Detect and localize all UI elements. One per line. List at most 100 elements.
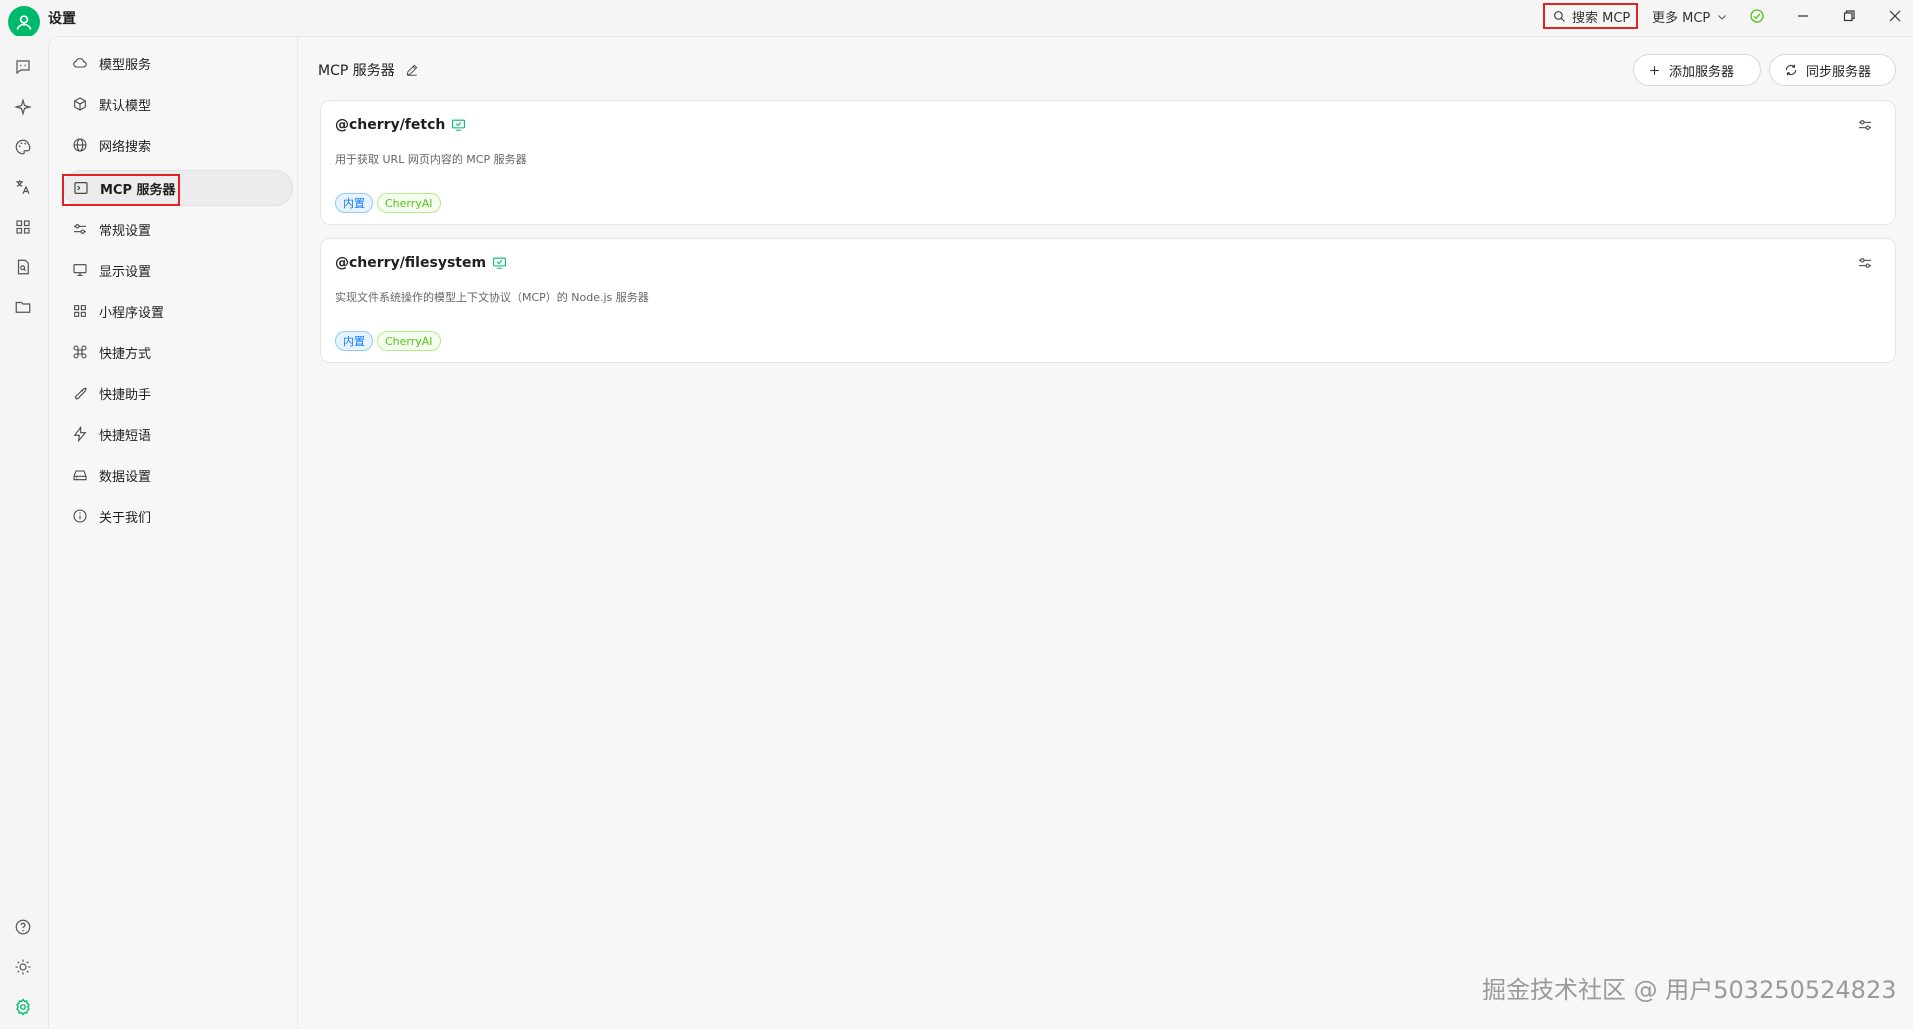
tag-vendor: CherryAI <box>377 193 441 213</box>
sidebar-item-about-us[interactable]: 关于我们 <box>63 498 293 534</box>
zap-icon <box>71 425 89 443</box>
sidebar-item-miniapp-settings[interactable]: 小程序设置 <box>63 293 293 329</box>
edit-pencil-icon[interactable] <box>405 63 419 77</box>
title-bar: 设置 搜索 MCP 更多 MCP <box>0 0 1913 38</box>
cloud-icon <box>71 54 89 72</box>
rail-paint[interactable] <box>12 136 34 158</box>
sync-server-button[interactable]: 同步服务器 <box>1769 54 1896 86</box>
rail-settings[interactable] <box>12 996 34 1018</box>
cube-icon <box>71 95 89 113</box>
rail-agents[interactable] <box>12 96 34 118</box>
rail-chat[interactable] <box>12 56 34 78</box>
globe-icon <box>71 136 89 154</box>
sidebar-item-label: 默认模型 <box>99 98 152 114</box>
command-icon <box>71 343 89 361</box>
info-icon <box>71 507 89 525</box>
sun-icon <box>15 959 31 975</box>
sidebar-item-general-settings[interactable]: 常规设置 <box>63 211 293 247</box>
server-name-text: @cherry/fetch <box>335 117 446 133</box>
palette-icon <box>15 139 31 155</box>
add-server-button[interactable]: 添加服务器 <box>1633 54 1761 86</box>
page-title-text: MCP 服务器 <box>318 63 395 79</box>
monitor-icon <box>71 261 89 279</box>
sidebar-item-data-settings[interactable]: 数据设置 <box>63 457 293 493</box>
user-avatar[interactable] <box>8 6 40 38</box>
server-settings-button[interactable] <box>1857 117 1873 133</box>
sliders-icon <box>71 220 89 238</box>
sidebar-item-label: 常规设置 <box>99 223 152 239</box>
search-icon <box>1554 10 1565 22</box>
sparkle-icon <box>14 98 32 116</box>
rail-theme[interactable] <box>12 956 34 978</box>
page-title: MCP 服务器 <box>318 60 419 80</box>
more-mcp-label: 更多 MCP <box>1652 11 1711 26</box>
tag-vendor: CherryAI <box>377 331 441 351</box>
sidebar-item-default-model[interactable]: 默认模型 <box>63 86 293 122</box>
settings-gear-icon <box>16 998 30 1016</box>
rocket-icon <box>71 384 89 402</box>
sliders-icon <box>1859 258 1871 268</box>
sidebar-item-label: 模型服务 <box>99 57 152 73</box>
sidebar-item-label: 快捷方式 <box>99 346 152 362</box>
server-card[interactable]: @cherry/filesystem 实现文件系统操作的模型上下文协议（MCP）… <box>320 238 1896 363</box>
search-mcp-label: 搜索 MCP <box>1572 10 1631 26</box>
server-description: 实现文件系统操作的模型上下文协议（MCP）的 Node.js 服务器 <box>335 291 649 304</box>
folder-icon <box>15 301 31 313</box>
minimize-icon <box>1798 15 1808 17</box>
sync-icon <box>1785 64 1797 76</box>
add-server-label: 添加服务器 <box>1669 64 1735 80</box>
apps-grid-icon <box>16 220 30 234</box>
grid-icon <box>71 302 89 320</box>
sidebar-item-label: 显示设置 <box>99 264 152 280</box>
window-title: 设置 <box>48 11 76 27</box>
chat-icon <box>16 60 30 75</box>
sidebar-item-shortcuts[interactable]: 快捷方式 <box>63 334 293 370</box>
rail-help[interactable] <box>12 916 34 938</box>
sidebar-item-display-settings[interactable]: 显示设置 <box>63 252 293 288</box>
server-card[interactable]: @cherry/fetch 用于获取 URL 网页内容的 MCP 服务器 内置 … <box>320 100 1896 225</box>
rail-apps[interactable] <box>12 216 34 238</box>
server-tags: 内置 CherryAI <box>335 193 441 213</box>
file-search-icon <box>17 259 29 275</box>
sidebar-item-quick-phrases[interactable]: 快捷短语 <box>63 416 293 452</box>
rail-translate[interactable] <box>12 176 34 198</box>
server-settings-button[interactable] <box>1857 255 1873 271</box>
translate-icon <box>16 180 30 194</box>
app-rail <box>0 36 48 1029</box>
server-description: 用于获取 URL 网页内容的 MCP 服务器 <box>335 153 527 166</box>
close-icon <box>1889 10 1901 22</box>
sliders-icon <box>1859 120 1871 130</box>
sidebar-item-label: 关于我们 <box>99 510 152 526</box>
sidebar-item-label: 小程序设置 <box>99 305 165 321</box>
close-button[interactable] <box>1883 6 1907 26</box>
highlight-outline-mcp <box>62 174 180 206</box>
desktop-check-icon <box>493 257 506 269</box>
tag-builtin: 内置 <box>335 193 373 213</box>
harddrive-icon <box>71 466 89 484</box>
sidebar-item-model-service[interactable]: 模型服务 <box>63 45 293 81</box>
server-name: @cherry/filesystem <box>335 255 507 271</box>
plus-icon <box>1650 65 1659 75</box>
desktop-check-icon <box>452 119 466 131</box>
chevron-down-icon <box>1718 14 1727 20</box>
sidebar-item-label: 网络搜索 <box>99 139 152 155</box>
user-icon <box>16 15 32 30</box>
server-tags: 内置 CherryAI <box>335 331 441 351</box>
rail-knowledge[interactable] <box>12 256 34 278</box>
rail-files[interactable] <box>12 296 34 318</box>
server-name: @cherry/fetch <box>335 117 466 133</box>
server-name-text: @cherry/filesystem <box>335 255 487 271</box>
watermark: 掘金技术社区 @ 用户503250524823 <box>1482 976 1897 1004</box>
more-mcp-dropdown[interactable]: 更多 MCP <box>1652 7 1728 26</box>
minimize-button[interactable] <box>1791 6 1815 26</box>
sidebar-item-quick-assistant[interactable]: 快捷助手 <box>63 375 293 411</box>
restore-icon <box>1843 10 1855 22</box>
main-panel: MCP 服务器 添加服务器 同步服务器 @cherry/fetch 用于获取 U… <box>298 36 1913 1029</box>
tag-builtin: 内置 <box>335 331 373 351</box>
restore-button[interactable] <box>1837 6 1861 26</box>
sidebar-item-web-search[interactable]: 网络搜索 <box>63 127 293 163</box>
help-icon <box>15 919 31 935</box>
sidebar-item-label: 快捷助手 <box>99 387 152 403</box>
sidebar-item-label: 快捷短语 <box>99 428 152 444</box>
search-mcp-button[interactable]: 搜索 MCP <box>1543 3 1638 29</box>
